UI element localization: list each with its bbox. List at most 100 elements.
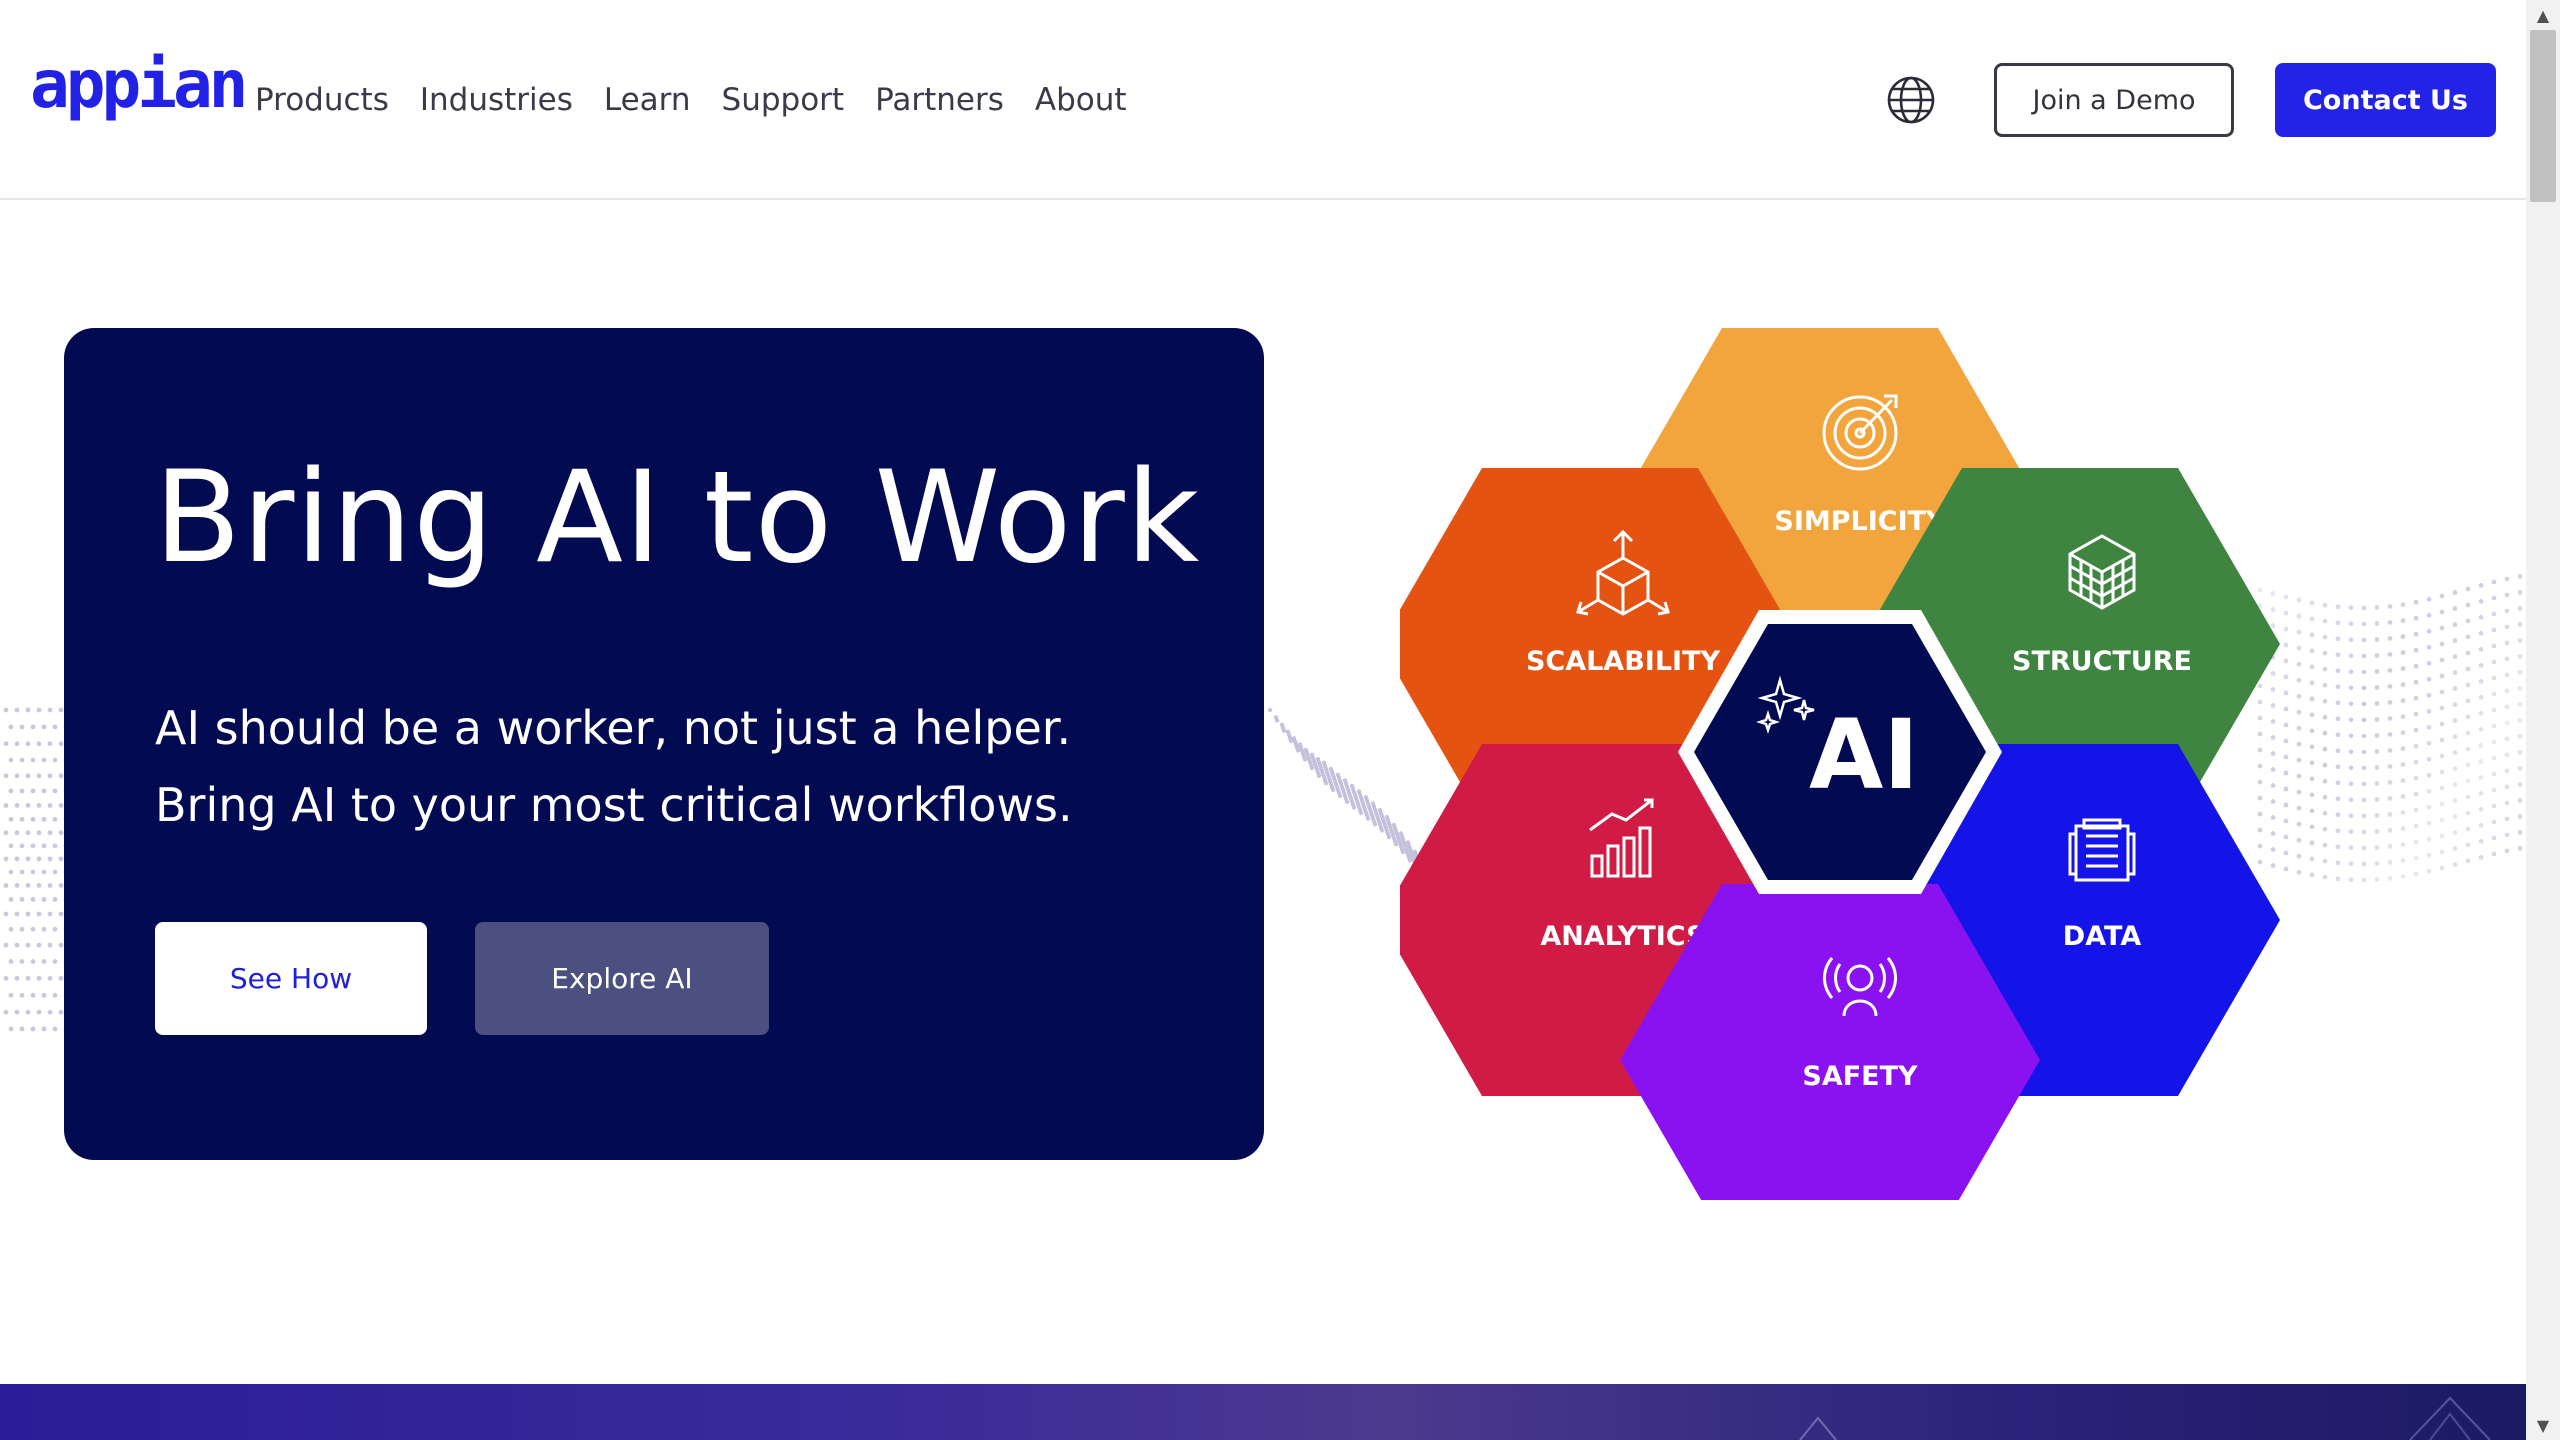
- background-dot: [14, 975, 20, 981]
- background-dot: [2374, 669, 2380, 674]
- background-dot: [2491, 723, 2497, 729]
- background-dot: [2504, 624, 2510, 630]
- background-dot: [14, 773, 20, 779]
- target-icon: [1822, 394, 1898, 471]
- background-dot: [2465, 682, 2471, 688]
- background-dot: [2491, 851, 2497, 857]
- background-dot: [2322, 874, 2328, 880]
- background-dot: [58, 741, 64, 747]
- background-dot: [2478, 743, 2484, 748]
- nav-item-learn[interactable]: Learn: [604, 78, 691, 122]
- background-dot: [2517, 733, 2523, 739]
- background-dot: [2348, 733, 2354, 739]
- background-dot: [3, 741, 9, 747]
- background-dot: [25, 803, 31, 808]
- background-dot: [47, 830, 53, 836]
- background-dot: [58, 911, 64, 917]
- background-dot: [2465, 826, 2471, 832]
- background-dot: [2478, 775, 2484, 780]
- background-dot: [2322, 842, 2328, 848]
- background-dot: [2439, 705, 2445, 711]
- background-dot: [1344, 799, 1350, 805]
- background-dot: [1393, 842, 1399, 847]
- appian-logo[interactable]: appian: [30, 52, 248, 118]
- background-dot: [2452, 606, 2458, 611]
- background-dot: [2517, 781, 2523, 787]
- background-dot: [2452, 798, 2458, 803]
- background-dot: [2374, 829, 2380, 834]
- background-dot: [2322, 762, 2328, 768]
- nav-item-products[interactable]: Products: [255, 78, 389, 122]
- background-dot: [2504, 800, 2510, 806]
- background-dot: [2426, 788, 2432, 794]
- background-dot: [58, 803, 64, 808]
- background-dot: [2361, 781, 2367, 787]
- background-dot: [58, 707, 64, 713]
- background-dot: [2387, 811, 2393, 817]
- background-dot: [30, 724, 36, 730]
- background-dot: [2426, 676, 2432, 682]
- nav-item-industries[interactable]: Industries: [420, 78, 573, 122]
- background-dot: [2426, 772, 2432, 778]
- nav-item-support[interactable]: Support: [722, 78, 845, 122]
- background-dot: [2452, 702, 2458, 707]
- background-dot: [1302, 757, 1308, 762]
- scroll-down-arrow-icon[interactable]: ▼: [2526, 1410, 2560, 1440]
- background-dot: [2400, 810, 2406, 815]
- background-dot: [36, 741, 42, 747]
- background-dot: [2387, 683, 2393, 689]
- background-dot: [2465, 714, 2471, 720]
- background-dot: [1295, 748, 1301, 753]
- background-dot: [36, 803, 42, 808]
- background-dot: [2491, 835, 2497, 841]
- background-dot: [2361, 749, 2367, 755]
- background-dot: [2335, 604, 2341, 610]
- background-dot: [8, 724, 14, 730]
- background-dot: [2335, 652, 2341, 658]
- background-dot: [2504, 656, 2510, 662]
- background-dot: [2478, 679, 2484, 684]
- join-demo-button[interactable]: Join a Demo: [1994, 63, 2234, 137]
- background-dot: [41, 959, 47, 964]
- background-dot: [2517, 717, 2523, 723]
- background-dot: [2361, 685, 2367, 691]
- background-dot: [36, 1009, 42, 1015]
- page-scrollbar[interactable]: ▲ ▼: [2526, 0, 2560, 1440]
- nav-item-partners[interactable]: Partners: [875, 78, 1004, 122]
- background-dot: [2400, 746, 2406, 751]
- background-dot: [2348, 621, 2354, 627]
- nav-item-about[interactable]: About: [1035, 78, 1127, 122]
- background-dot: [41, 1026, 47, 1032]
- background-dot: [8, 757, 14, 763]
- hex-label-analytics: ANALYTICS: [1540, 921, 1705, 952]
- background-dot: [2361, 765, 2367, 771]
- background-dot: [14, 830, 20, 836]
- background-dot: [2517, 653, 2523, 659]
- background-dot: [19, 816, 25, 822]
- background-dot: [30, 897, 36, 902]
- scroll-thumb[interactable]: [2530, 30, 2556, 202]
- see-how-button[interactable]: See How: [155, 922, 427, 1035]
- background-dot: [2348, 653, 2354, 659]
- globe-icon[interactable]: [1886, 75, 1936, 125]
- background-dot: [2452, 670, 2458, 675]
- background-dot: [2517, 813, 2523, 819]
- contact-us-button[interactable]: Contact Us: [2275, 63, 2496, 137]
- explore-ai-button[interactable]: Explore AI: [475, 922, 769, 1035]
- background-dot: [19, 724, 25, 730]
- background-dot: [2374, 813, 2380, 818]
- background-dot: [2452, 766, 2458, 771]
- background-dot: [2517, 829, 2523, 835]
- background-dot: [1379, 828, 1385, 833]
- background-dot: [36, 856, 42, 862]
- hero-subtitle-line: AI should be a worker, not just a helper…: [155, 701, 1072, 755]
- background-dot: [2426, 804, 2432, 810]
- background-dot: [2348, 845, 2354, 851]
- background-dot: [2426, 644, 2432, 650]
- background-dot: [8, 1026, 14, 1032]
- background-dot: [58, 856, 64, 862]
- background-dot: [2426, 628, 2432, 634]
- scroll-up-arrow-icon[interactable]: ▲: [2526, 0, 2560, 30]
- background-dot: [2439, 609, 2445, 615]
- background-dot: [8, 816, 14, 822]
